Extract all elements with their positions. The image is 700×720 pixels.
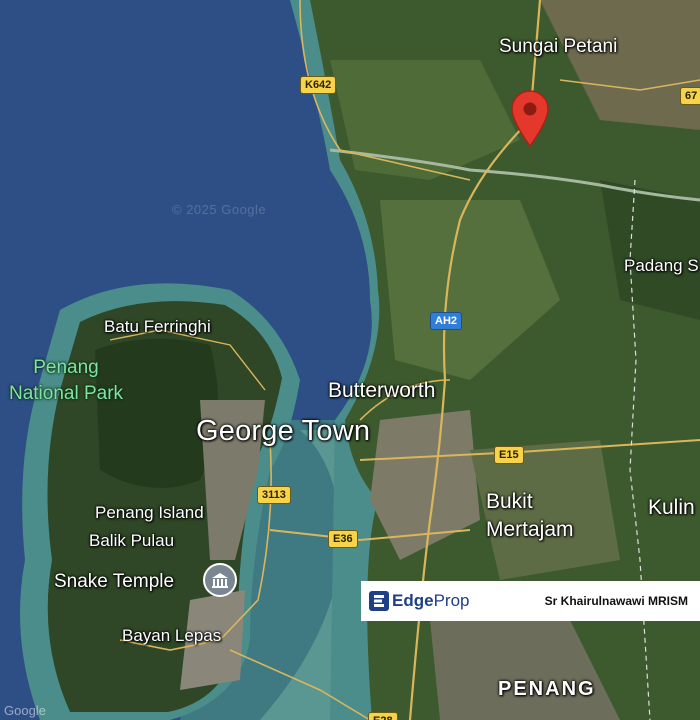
label-padang[interactable]: Padang S <box>624 256 699 276</box>
road-shield-e15: E15 <box>494 446 524 464</box>
map-view[interactable]: © 2025 Google K642 67 AH2 E15 3113 E36 E… <box>0 0 700 720</box>
map-watermark: © 2025 Google <box>172 202 267 217</box>
brand-name-rest: Prop <box>433 591 470 610</box>
temple-poi-marker[interactable] <box>203 563 237 597</box>
label-sungai-petani[interactable]: Sungai Petani <box>499 36 617 58</box>
temple-icon <box>212 573 228 588</box>
label-penang-national-park[interactable]: Penang National Park <box>0 355 132 407</box>
label-butterworth[interactable]: Butterworth <box>328 379 435 403</box>
edgeprop-logo-icon <box>369 591 389 611</box>
road-shield-e28: E28 <box>368 712 398 720</box>
label-batu-ferringhi[interactable]: Batu Ferringhi <box>104 317 211 337</box>
road-shield-67: 67 <box>680 87 700 105</box>
label-kulim[interactable]: Kulin <box>648 496 695 520</box>
brand-name-bold: Edge <box>392 591 434 610</box>
label-penang[interactable]: PENANG <box>498 678 596 701</box>
road-shield-e36: E36 <box>328 530 358 548</box>
location-pin-marker[interactable] <box>509 88 551 148</box>
brand-name: EdgeProp <box>392 591 469 611</box>
label-balik-pulau[interactable]: Balik Pulau <box>89 531 174 551</box>
road-shield-3113: 3113 <box>257 486 291 504</box>
road-shield-k642: K642 <box>300 76 337 94</box>
listing-brand-bar: EdgeProp Sr Khairulnawawi MRISM <box>361 581 700 621</box>
agent-name[interactable]: Sr Khairulnawawi MRISM <box>545 594 688 608</box>
location-pin-icon <box>511 90 549 148</box>
label-penang-island[interactable]: Penang Island <box>95 503 204 523</box>
road-shield-ah2: AH2 <box>430 312 463 330</box>
label-snake-temple[interactable]: Snake Temple <box>54 571 174 593</box>
label-bukit-mertajam[interactable]: Bukit Mertajam <box>486 488 576 544</box>
label-george-town[interactable]: George Town <box>196 415 370 448</box>
google-attribution: Google <box>4 703 46 718</box>
label-bayan-lepas[interactable]: Bayan Lepas <box>122 626 221 646</box>
